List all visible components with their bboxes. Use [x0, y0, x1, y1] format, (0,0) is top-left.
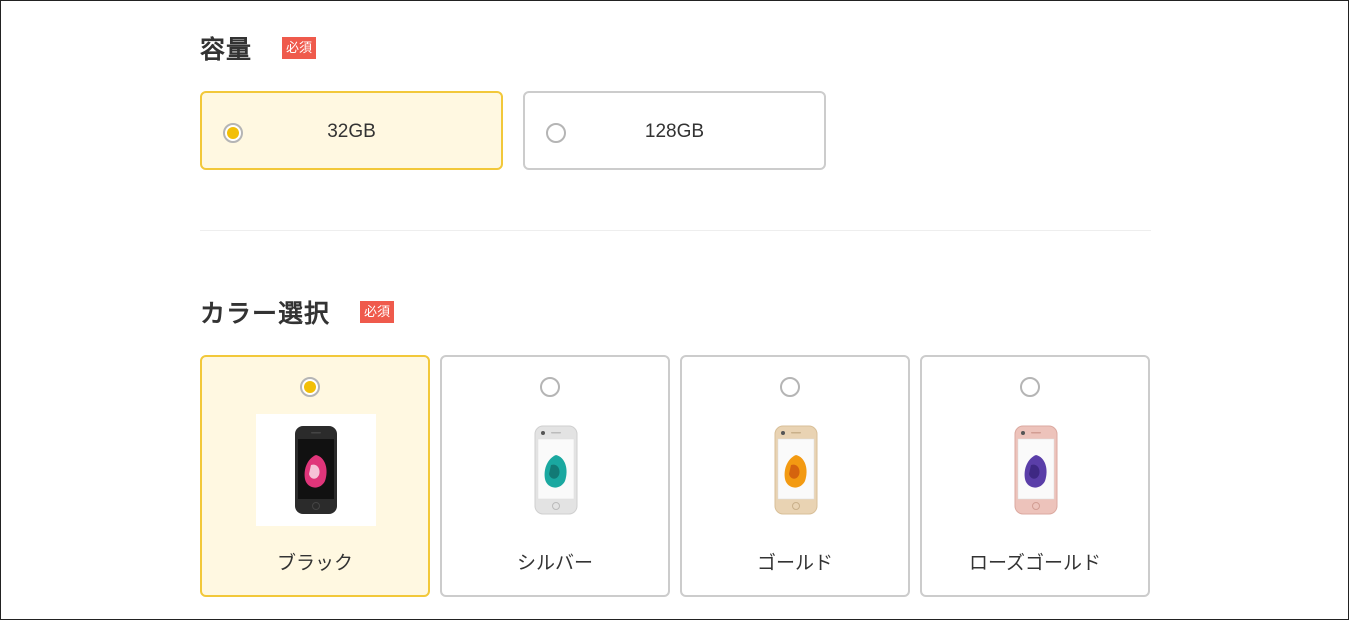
- iphone-gold-image: [736, 414, 856, 526]
- color-option-label: ブラック: [276, 552, 353, 574]
- capacity-option-label: 32GB: [327, 121, 376, 142]
- color-option-black[interactable]: ブラック: [200, 355, 430, 597]
- color-option-label: ローズゴールド: [968, 552, 1102, 574]
- capacity-section-header: 容量 必須: [200, 30, 317, 66]
- iphone-rose-gold-image: [976, 414, 1096, 526]
- radio-button[interactable]: [1020, 377, 1040, 397]
- capacity-title: 容量: [200, 35, 253, 64]
- section-divider: [200, 230, 1151, 231]
- color-section-header: カラー選択 必須: [200, 294, 395, 330]
- required-badge: 必須: [360, 301, 395, 323]
- required-badge: 必須: [282, 37, 317, 59]
- color-option-rose-gold[interactable]: ローズゴールド: [920, 355, 1150, 597]
- iphone-black-image: [256, 414, 376, 526]
- capacity-option-label: 128GB: [644, 121, 705, 142]
- capacity-option-128gb[interactable]: 128GB: [523, 91, 826, 170]
- color-option-gold[interactable]: ゴールド: [680, 355, 910, 597]
- capacity-option-32gb[interactable]: 32GB: [200, 91, 503, 170]
- color-option-silver[interactable]: シルバー: [440, 355, 670, 597]
- radio-button[interactable]: [540, 377, 560, 397]
- color-option-label: シルバー: [516, 552, 593, 574]
- color-option-label: ゴールド: [756, 552, 833, 574]
- iphone-silver-image: [496, 414, 616, 526]
- radio-button-selected[interactable]: [300, 377, 320, 397]
- radio-button[interactable]: [780, 377, 800, 397]
- color-title: カラー選択: [200, 299, 331, 328]
